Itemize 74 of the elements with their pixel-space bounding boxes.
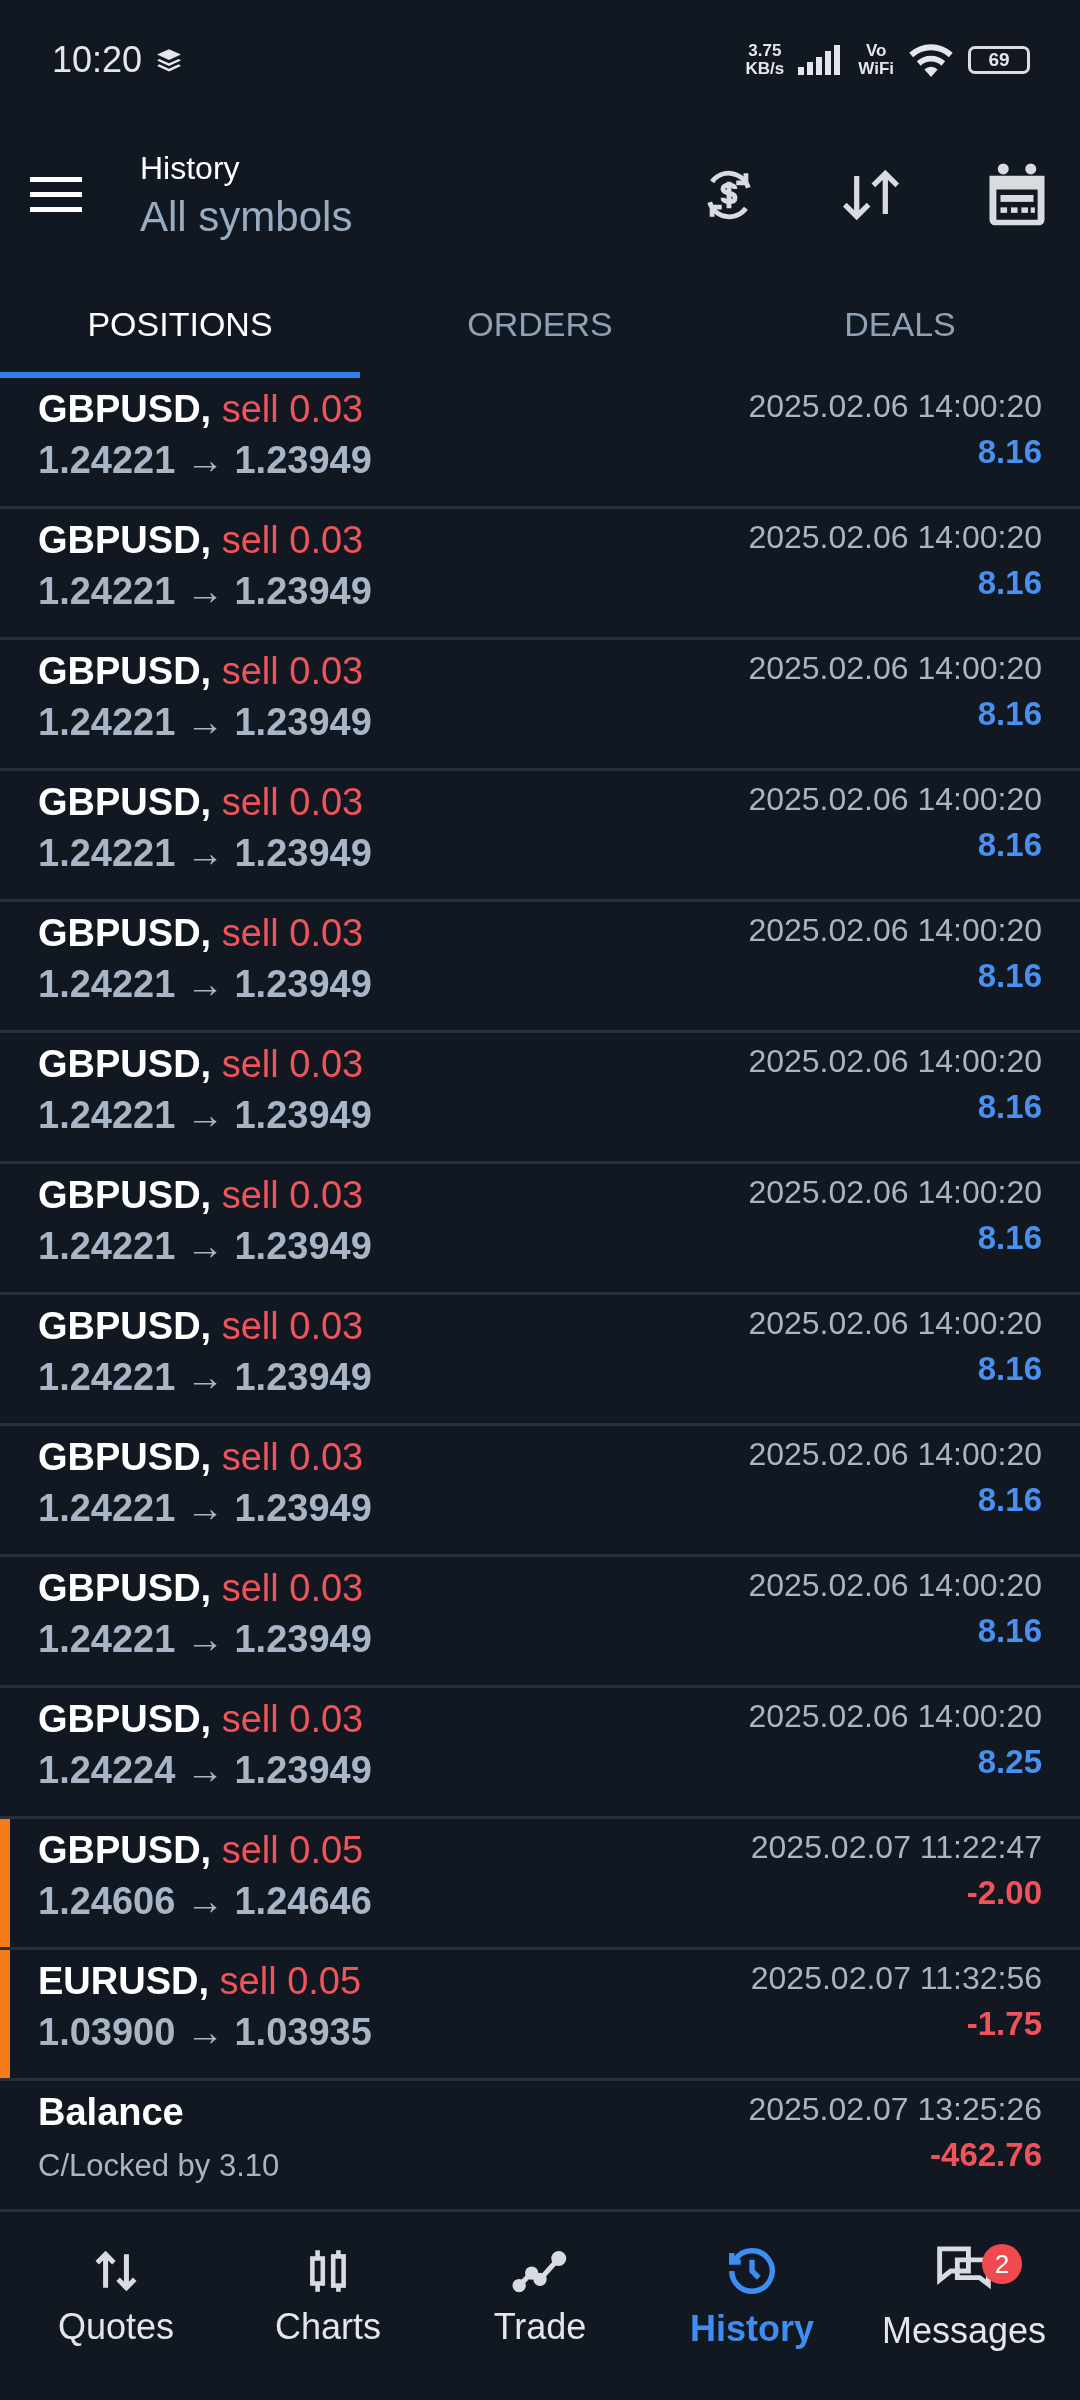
deal-time: 2025.02.06 14:00:20	[748, 1567, 1042, 1604]
symbol-and-volume: GBPUSD, sell 0.03	[38, 912, 365, 955]
price-change: 1.03900 → 1.03935	[38, 2011, 372, 2054]
symbol-and-volume: GBPUSD, sell 0.03	[38, 1436, 365, 1479]
symbol-and-volume: GBPUSD, sell 0.03	[38, 781, 365, 824]
profit-value: -1.75	[966, 2005, 1042, 2043]
symbol-and-volume: EURUSD, sell 0.05	[38, 1960, 363, 2003]
tab[interactable]: ORDERS	[360, 270, 720, 378]
profit-value: 8.16	[977, 1219, 1042, 1257]
symbol-and-volume: GBPUSD, sell 0.03	[38, 1043, 365, 1086]
price-change: 1.24224 → 1.23949	[38, 1749, 372, 1792]
symbol-and-volume: GBPUSD, sell 0.05	[38, 1829, 365, 1872]
price-change: 1.24221 → 1.23949	[38, 439, 372, 482]
deal-time: 2025.02.06 14:00:20	[748, 781, 1042, 818]
tab[interactable]: DEALS	[720, 270, 1080, 378]
nav-item[interactable]: Trade	[434, 2212, 646, 2382]
deal-time: 2025.02.06 14:00:20	[748, 912, 1042, 949]
price-change: 1.24221 → 1.23949	[38, 1225, 372, 1268]
symbol-and-volume: GBPUSD, sell 0.03	[38, 1174, 365, 1217]
deal-time: 2025.02.07 11:32:56	[750, 1960, 1042, 1997]
battery-icon: 69	[968, 46, 1030, 74]
vowifi-label: Vo WiFi	[858, 42, 894, 78]
symbol-and-volume: GBPUSD, sell 0.03	[38, 1698, 365, 1741]
price-change: 1.24221 → 1.23949	[38, 832, 372, 875]
deal-time: 2025.02.06 14:00:20	[748, 650, 1042, 687]
profit-value: 8.25	[977, 1743, 1042, 1781]
profit-value: 8.16	[977, 433, 1042, 471]
profit-value: 8.16	[977, 1612, 1042, 1650]
deal-time: 2025.02.06 14:00:20	[748, 1698, 1042, 1735]
symbol-and-volume: GBPUSD, sell 0.03	[38, 1567, 365, 1610]
symbol-and-volume: GBPUSD, sell 0.03	[38, 1305, 365, 1348]
price-change: 1.24221 → 1.23949	[38, 1356, 372, 1399]
balance-label: Balance	[38, 2091, 185, 2134]
deal-time: 2025.02.06 14:00:20	[748, 1436, 1042, 1473]
profit-value: 8.16	[977, 695, 1042, 733]
symbol-and-volume: GBPUSD, sell 0.03	[38, 650, 365, 693]
deal-time: 2025.02.06 14:00:20	[748, 1305, 1042, 1342]
wifi-icon	[908, 43, 954, 77]
nav-item[interactable]: Charts	[222, 2212, 434, 2382]
deal-time: 2025.02.07 13:25:26	[748, 2091, 1042, 2128]
deal-time: 2025.02.07 11:22:47	[750, 1829, 1042, 1866]
symbol-and-volume: GBPUSD, sell 0.03	[38, 388, 365, 431]
price-change: 1.24221 → 1.23949	[38, 1618, 372, 1661]
symbol-and-volume: GBPUSD, sell 0.03	[38, 519, 365, 562]
deal-time: 2025.02.06 14:00:20	[748, 388, 1042, 425]
layers-icon	[156, 48, 183, 72]
profit-value: 8.16	[977, 957, 1042, 995]
profit-value: 8.16	[977, 826, 1042, 864]
profit-value: -2.00	[966, 1874, 1042, 1912]
profit-value: 8.16	[977, 1088, 1042, 1126]
profit-value: -462.76	[930, 2136, 1042, 2174]
price-change: 1.24221 → 1.23949	[38, 1487, 372, 1530]
profit-value: 8.16	[977, 1481, 1042, 1519]
profit-value: 8.16	[977, 564, 1042, 602]
symbol-filter[interactable]: All symbols	[140, 192, 618, 241]
price-change: 1.24221 → 1.23949	[38, 1094, 372, 1137]
menu-icon[interactable]	[30, 175, 82, 215]
nav-item[interactable]: History	[646, 2212, 858, 2382]
tab[interactable]: POSITIONS	[0, 270, 360, 378]
deal-time: 2025.02.06 14:00:20	[748, 519, 1042, 556]
price-change: 1.24221 → 1.23949	[38, 570, 372, 613]
network-speed: 3.75 KB/s	[745, 42, 785, 78]
nav-item[interactable]: Messages 2	[858, 2212, 1070, 2382]
deal-time: 2025.02.06 14:00:20	[748, 1043, 1042, 1080]
nav-item[interactable]: Quotes	[10, 2212, 222, 2382]
balance-comment: C/Locked by 3.10	[38, 2148, 280, 2184]
price-change: 1.24606 → 1.24646	[38, 1880, 372, 1923]
profit-value: 8.16	[977, 1350, 1042, 1388]
price-change: 1.24221 → 1.23949	[38, 963, 372, 1006]
deal-time: 2025.02.06 14:00:20	[748, 1174, 1042, 1211]
screen-title: History	[140, 149, 241, 187]
unread-count: 2	[982, 2244, 1022, 2284]
clock: 10:20	[52, 39, 143, 81]
price-change: 1.24221 → 1.23949	[38, 701, 372, 744]
